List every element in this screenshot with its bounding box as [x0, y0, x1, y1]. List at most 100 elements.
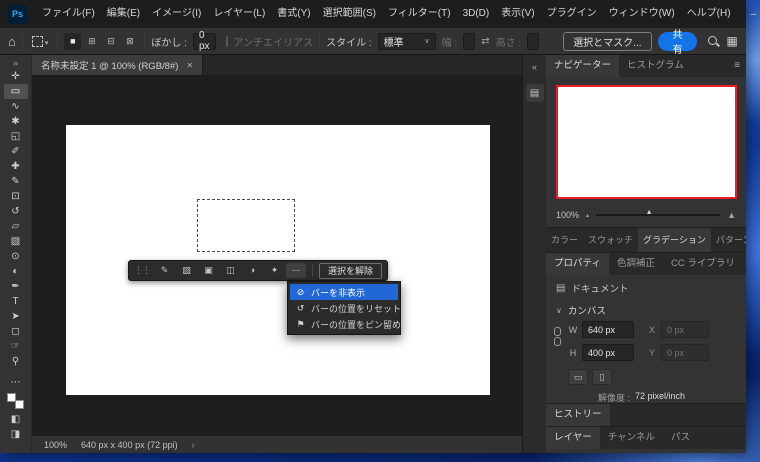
menu-help[interactable]: ヘルプ(H) — [681, 0, 737, 28]
panel-menu-icon[interactable]: ≡ — [743, 253, 746, 275]
tab-swatches[interactable]: スウォッチ — [583, 228, 638, 252]
subtract-from-selection-button[interactable]: ⊟ — [102, 33, 119, 50]
height-input[interactable]: 400 px — [582, 344, 634, 361]
select-and-mask-button[interactable]: 選択とマスク... — [563, 31, 652, 51]
slider-thumb[interactable]: ▲ — [646, 209, 653, 216]
new-selection-button[interactable]: ■ — [64, 32, 82, 50]
eyedropper-tool[interactable]: ✐ — [4, 144, 28, 159]
tab-cc-libraries[interactable]: CC ライブラリ — [663, 253, 743, 275]
tab-color[interactable]: カラー — [546, 228, 583, 252]
tab-adjustments[interactable]: 色調補正 — [609, 253, 663, 275]
zoom-out-icon[interactable]: ▴ — [586, 212, 589, 219]
feather-input[interactable]: 0 px — [192, 30, 216, 52]
document-tab[interactable]: 名称未設定 1 @ 100% (RGB/8#) ✕ — [32, 55, 204, 75]
intersect-selection-button[interactable]: ⊠ — [121, 33, 138, 50]
invert-icon[interactable]: ◑ — [242, 263, 263, 278]
width-input[interactable] — [463, 32, 476, 50]
foreground-color-swatch[interactable] — [7, 393, 16, 402]
tab-history[interactable]: ヒストリー — [546, 404, 610, 426]
close-tab-icon[interactable]: ✕ — [186, 61, 193, 70]
share-button[interactable]: 共有 — [657, 30, 698, 56]
menu-file[interactable]: ファイル(F) — [36, 0, 101, 28]
search-icon[interactable] — [707, 35, 718, 48]
style-dropdown[interactable]: 標準 ∨ — [377, 32, 436, 50]
fill-icon[interactable]: ▨ — [176, 263, 197, 278]
shape-tool[interactable]: ◻ — [4, 324, 28, 339]
link-dimensions-icon[interactable] — [554, 327, 561, 346]
blur-tool[interactable]: ⊙ — [4, 249, 28, 264]
tab-paths[interactable]: パス — [663, 427, 698, 449]
edit-toolbar-icon[interactable]: ⋯ — [4, 375, 28, 390]
status-expand-icon[interactable]: › — [192, 440, 195, 450]
screen-mode-icon[interactable]: ◨ — [4, 427, 28, 442]
eraser-tool[interactable]: ▱ — [4, 219, 28, 234]
tab-histogram[interactable]: ヒストグラム — [619, 55, 692, 77]
menu-plugins[interactable]: プラグイン — [541, 0, 603, 28]
lasso-tool[interactable]: ∿ — [4, 99, 28, 114]
background-color-swatch[interactable] — [15, 400, 24, 409]
tool-preset-button[interactable]: ▾ — [29, 35, 52, 47]
expand-dock-icon[interactable]: « — [523, 62, 546, 72]
navigator-zoom-slider[interactable]: ▲ — [596, 209, 721, 216]
menu-3d[interactable]: 3D(D) — [457, 0, 496, 28]
menu-layer[interactable]: レイヤー(L) — [207, 0, 271, 28]
hand-tool[interactable]: ☞ — [4, 339, 28, 354]
navigator-zoom-value[interactable]: 100% — [556, 210, 579, 220]
swap-dimensions-icon[interactable]: ⇄ — [481, 36, 489, 47]
tab-layers[interactable]: レイヤー — [546, 427, 600, 449]
menu-edit[interactable]: 編集(E) — [101, 0, 146, 28]
tab-channels[interactable]: チャンネル — [600, 427, 663, 449]
menu-window[interactable]: ウィンドウ(W) — [603, 0, 681, 28]
menu-filter[interactable]: フィルター(T) — [382, 0, 457, 28]
brush-icon[interactable]: ✎ — [154, 263, 175, 278]
tab-patterns[interactable]: パターン — [711, 228, 746, 252]
height-input[interactable] — [527, 32, 540, 50]
dodge-tool[interactable]: ◐ — [4, 264, 28, 279]
more-options-icon[interactable]: ··· — [286, 263, 306, 278]
minimize-button[interactable]: – — [737, 0, 760, 28]
quick-mask-icon[interactable]: ◧ — [4, 412, 28, 427]
menu-item-reset-bar-position[interactable]: ↺ バーの位置をリセット — [290, 300, 401, 316]
menu-item-hide-bar[interactable]: ⊘ バーを非表示 — [290, 284, 398, 300]
tab-gradients[interactable]: グラデーション — [638, 228, 711, 252]
panel-menu-icon[interactable]: ≡ — [728, 55, 746, 77]
object-selection-tool[interactable]: ✱ — [4, 114, 28, 129]
menu-type[interactable]: 書式(Y) — [271, 0, 316, 28]
portrait-orientation-button[interactable]: ▯ — [592, 369, 612, 385]
toolbar-collapse-icon[interactable]: » — [4, 57, 28, 69]
navigator-preview[interactable] — [556, 85, 737, 199]
deselect-button[interactable]: 選択を解除 — [319, 262, 383, 279]
type-tool[interactable]: T — [4, 294, 28, 309]
history-brush-tool[interactable]: ↺ — [4, 204, 28, 219]
tab-properties[interactable]: プロパティ — [546, 253, 609, 275]
move-tool[interactable]: ✛ — [4, 69, 28, 84]
drag-handle-icon[interactable]: ⋮⋮ — [134, 265, 151, 276]
status-zoom-level[interactable]: 100% — [44, 440, 67, 450]
path-selection-tool[interactable]: ➤ — [4, 309, 28, 324]
zoom-in-icon[interactable]: ▲ — [727, 210, 736, 220]
antialias-checkbox[interactable] — [225, 35, 228, 47]
clone-stamp-tool[interactable]: ⊡ — [4, 189, 28, 204]
tab-navigator[interactable]: ナビゲーター — [546, 55, 620, 77]
brush-tool[interactable]: ✎ — [4, 174, 28, 189]
pen-tool[interactable]: ✒ — [4, 279, 28, 294]
crop-tool[interactable]: ◱ — [4, 129, 28, 144]
landscape-orientation-button[interactable]: ▭ — [568, 369, 588, 385]
selection-marquee[interactable] — [197, 199, 295, 252]
refine-icon[interactable]: ✦ — [264, 263, 285, 278]
zoom-tool[interactable]: ⚲ — [4, 354, 28, 369]
home-icon[interactable]: ⌂ — [8, 34, 16, 49]
image-icon[interactable]: ▣ — [198, 263, 219, 278]
mask-icon[interactable]: ◫ — [220, 263, 241, 278]
gradient-tool[interactable]: ▧ — [4, 234, 28, 249]
menu-item-pin-bar-position[interactable]: ⚑ バーの位置をピン留め — [290, 316, 401, 332]
rectangular-marquee-tool[interactable]: ▭ — [3, 84, 28, 99]
canvas-section-header[interactable]: ∨ カンバス — [556, 302, 746, 318]
spot-healing-brush-tool[interactable]: ✚ — [4, 159, 28, 174]
menu-select[interactable]: 選択範囲(S) — [317, 0, 382, 28]
collapsed-panel-icon[interactable]: ▤ — [525, 84, 544, 102]
add-to-selection-button[interactable]: ⊞ — [83, 33, 100, 50]
workspace-icon[interactable]: ▦ — [727, 34, 738, 48]
menu-image[interactable]: イメージ(I) — [146, 0, 207, 28]
menu-view[interactable]: 表示(V) — [495, 0, 540, 28]
